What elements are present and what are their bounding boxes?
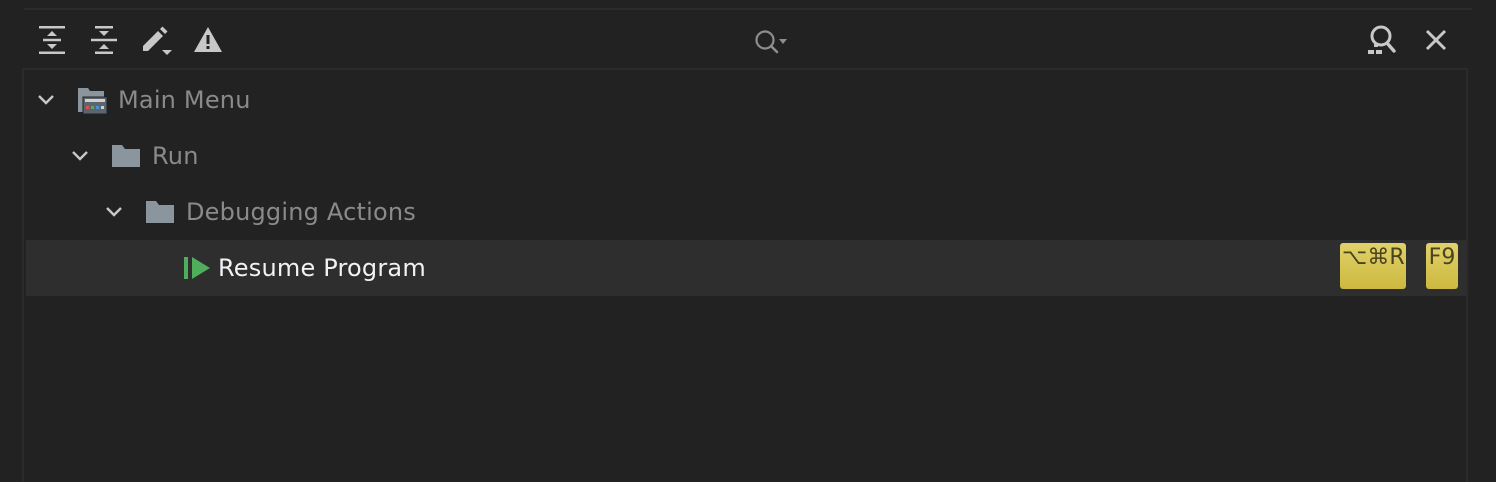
find-by-shortcut-button[interactable]	[1364, 22, 1400, 58]
tree-row-label: Run	[152, 142, 199, 170]
folder-icon	[146, 201, 174, 223]
keymap-panel: Main Menu Run Debugging Actions Resume P…	[0, 0, 1496, 482]
expand-all-button[interactable]	[34, 22, 70, 58]
expand-all-icon	[39, 26, 65, 54]
find-shortcut-icon	[1368, 25, 1396, 54]
chevron-down-icon[interactable]	[104, 202, 124, 222]
resume-program-icon	[184, 257, 210, 279]
shortcut-badge[interactable]: F9	[1426, 243, 1458, 289]
keymap-search-field[interactable]	[746, 22, 1352, 70]
search-icon[interactable]	[752, 28, 788, 58]
shortcut-badge[interactable]: ⌥⌘R	[1340, 243, 1406, 289]
folder-icon	[112, 145, 140, 167]
edit-shortcut-icon	[143, 26, 172, 55]
tree-row-main-menu[interactable]: Main Menu	[26, 72, 1466, 128]
tree-row-debugging-actions[interactable]: Debugging Actions	[26, 184, 1466, 240]
warning-icon	[194, 27, 222, 52]
chevron-down-icon[interactable]	[36, 90, 56, 110]
search-input[interactable]	[794, 26, 1338, 60]
close-button[interactable]	[1418, 22, 1454, 58]
tree-row-label: Main Menu	[118, 86, 251, 114]
close-icon	[1425, 29, 1447, 51]
tree-row-run[interactable]: Run	[26, 128, 1466, 184]
tree-row-resume-program[interactable]: Resume Program ⌥⌘R F9	[26, 240, 1466, 296]
panel-top-divider	[24, 8, 1472, 10]
keymap-toolbar	[0, 12, 1496, 70]
collapse-all-button[interactable]	[86, 22, 122, 58]
chevron-down-icon[interactable]	[70, 146, 90, 166]
show-conflicts-button[interactable]	[190, 22, 226, 58]
menu-folder-icon	[78, 88, 108, 115]
keymap-tree: Main Menu Run Debugging Actions Resume P…	[22, 68, 1468, 482]
edit-shortcut-button[interactable]	[138, 22, 174, 58]
collapse-all-icon	[91, 26, 117, 54]
tree-row-label: Resume Program	[218, 254, 426, 282]
tree-row-label: Debugging Actions	[186, 198, 416, 226]
